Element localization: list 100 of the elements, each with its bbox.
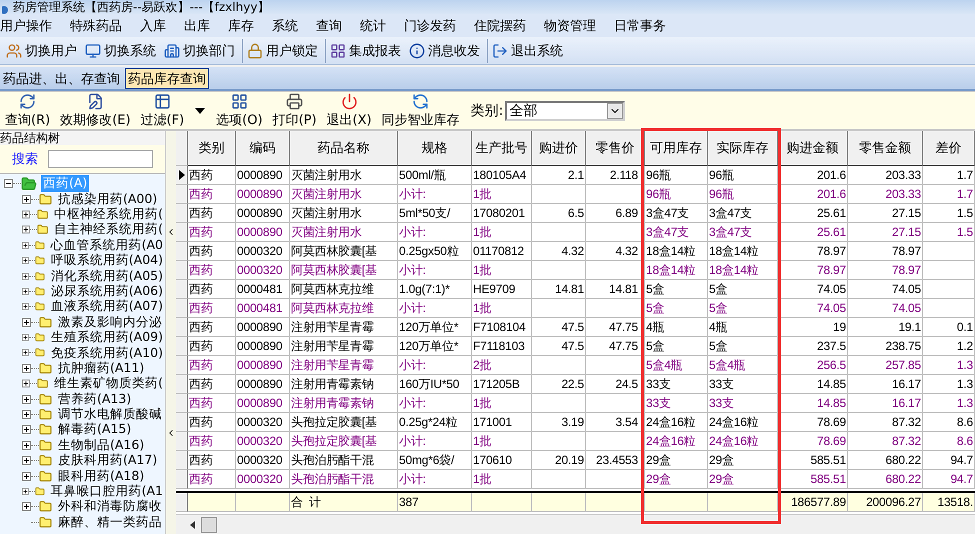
column-header[interactable]: 零售金额 [848, 131, 923, 166]
tree-item[interactable]: 抗肿瘤药(A11) [56, 360, 146, 377]
action-button[interactable]: 过滤(F) [136, 92, 212, 128]
column-header[interactable]: 可用库存 [645, 131, 708, 166]
search-link[interactable]: 搜索 [12, 150, 38, 168]
expand-icon[interactable] [22, 394, 31, 404]
menu-item[interactable]: 查询 [307, 16, 351, 34]
menu-item[interactable]: 日常事务 [605, 16, 675, 34]
folder-icon [34, 284, 45, 298]
tree-item[interactable]: 消化系统用药(A05) [48, 268, 165, 285]
search-field[interactable] [48, 150, 153, 168]
tree-item[interactable]: 皮肤科用药(A17) [56, 452, 160, 470]
tree-item[interactable]: 中枢神经系统用药( [52, 206, 165, 223]
tree-item[interactable]: 抗感染用药(A00) [56, 190, 160, 208]
toolbar-button[interactable]: 切换部门 [160, 38, 239, 62]
category-select[interactable]: 全部 [505, 100, 626, 120]
tree-item[interactable]: 耳鼻喉口腔用药(A1 [48, 483, 165, 500]
expand-icon[interactable] [22, 256, 29, 266]
tree-item[interactable]: 激素及影响内分泌 [56, 314, 164, 331]
tree-item[interactable]: 免疫系统用药(A10) [48, 344, 165, 362]
tree-item[interactable]: 调节水电解质酸碱 [56, 406, 164, 424]
expand-icon[interactable] [22, 318, 31, 327]
tree-item[interactable]: 心血管系统用药(A0 [48, 236, 165, 254]
tab[interactable]: 药品库存查询 [125, 68, 209, 89]
tree-item[interactable]: 自主神经系统用药( [52, 221, 165, 238]
column-header[interactable]: 类别 [188, 131, 236, 166]
toolbar-button[interactable]: 集成报表 [325, 38, 405, 62]
column-header[interactable]: 规格 [398, 131, 472, 166]
column-header[interactable]: 生产批号 [472, 131, 532, 166]
toolbar-button[interactable]: 用户锁定 [242, 38, 322, 62]
menu-item[interactable]: 统计 [351, 16, 395, 34]
menu-item[interactable]: 库存 [219, 16, 263, 34]
action-button[interactable]: 查询(R) [0, 92, 56, 128]
expand-icon[interactable] [22, 240, 29, 250]
action-button[interactable]: 选项(O) [211, 92, 268, 128]
menu-item[interactable]: 特殊药品 [61, 16, 131, 34]
tree-item[interactable]: 生物制品(A16) [56, 436, 146, 454]
expand-icon[interactable] [22, 440, 31, 450]
expand-icon[interactable] [22, 210, 30, 219]
expand-icon[interactable] [22, 487, 29, 496]
expand-icon[interactable] [22, 425, 31, 434]
menu-item[interactable]: 系统 [263, 16, 307, 34]
edit-icon [86, 92, 104, 110]
action-button[interactable]: 退出(X) [322, 92, 377, 128]
column-header[interactable]: 零售价 [586, 131, 645, 166]
menu-item[interactable]: 门诊发药 [395, 16, 465, 34]
caret-icon [195, 108, 206, 114]
total-cell [236, 493, 290, 512]
action-button[interactable]: 打印(P) [268, 92, 322, 128]
tree-item[interactable]: 生殖系统用药(A09) [48, 329, 165, 346]
menu-item[interactable]: 入库 [131, 16, 175, 34]
column-header[interactable]: 药品名称 [290, 131, 398, 166]
menu-item[interactable]: 用户操作 [0, 16, 61, 34]
tree-item[interactable]: 泌尿系统用药(A06) [48, 282, 165, 300]
power-icon [340, 92, 358, 110]
row-header[interactable] [176, 166, 188, 185]
tree-item[interactable]: 营养药(A13) [56, 390, 134, 408]
expand-icon[interactable] [22, 379, 30, 388]
expand-icon[interactable] [22, 225, 30, 234]
expand-icon[interactable] [22, 302, 29, 312]
tree-item[interactable]: 呼吸系统用药(A04) [48, 252, 165, 270]
expand-icon[interactable] [22, 286, 29, 296]
toolbar-button[interactable]: 消息收发 [405, 38, 484, 62]
tree-item[interactable]: 解毒药(A15) [56, 421, 134, 438]
tree-item[interactable]: 血液系统用药(A07) [48, 298, 165, 316]
column-header[interactable]: 编码 [236, 131, 290, 166]
horizontal-scrollbar[interactable] [176, 514, 975, 534]
toolbar-button[interactable]: 退出系统 [487, 38, 567, 62]
menu-item[interactable]: 物资管理 [535, 16, 605, 34]
scrollbar-thumb[interactable] [201, 516, 217, 532]
expand-icon[interactable] [22, 410, 31, 420]
expand-icon[interactable] [22, 502, 31, 512]
tree-item[interactable]: 外科和消毒防腐收 [56, 498, 164, 516]
column-header[interactable]: 购进金额 [778, 131, 848, 166]
expand-icon[interactable] [22, 456, 31, 466]
scroll-left-icon[interactable] [190, 520, 195, 528]
folder-icon [36, 223, 48, 236]
column-header[interactable]: 差价 [923, 131, 975, 166]
column-header[interactable]: 实际库存 [708, 131, 778, 166]
expand-icon[interactable] [22, 333, 29, 342]
tree-item[interactable]: 眼科用药(A18) [56, 468, 146, 485]
printer-icon [286, 92, 304, 110]
action-button[interactable]: 效期修改(E) [55, 92, 136, 128]
column-header[interactable]: 购进价 [532, 131, 586, 166]
tab[interactable]: 药品进、出、存查询 [0, 68, 123, 89]
category-label: 类别: [470, 102, 504, 120]
expand-icon[interactable] [22, 194, 31, 204]
expand-icon[interactable] [22, 364, 31, 373]
action-button[interactable]: 同步智业库存 [376, 92, 465, 128]
folder-icon [39, 392, 52, 406]
expand-icon[interactable] [22, 348, 29, 358]
expand-icon[interactable] [22, 272, 29, 281]
tree-item[interactable]: 维生素矿物质类药( [52, 375, 165, 392]
expand-icon[interactable] [22, 472, 31, 481]
collapse-icon[interactable] [4, 179, 13, 188]
tree-item[interactable]: 麻醉、精一类药品 [56, 514, 164, 531]
menu-item[interactable]: 住院摆药 [465, 16, 535, 34]
menu-item[interactable]: 出库 [175, 16, 219, 34]
toolbar-button[interactable]: 切换系统 [81, 38, 160, 62]
toolbar-button[interactable]: 切换用户 [2, 38, 81, 62]
